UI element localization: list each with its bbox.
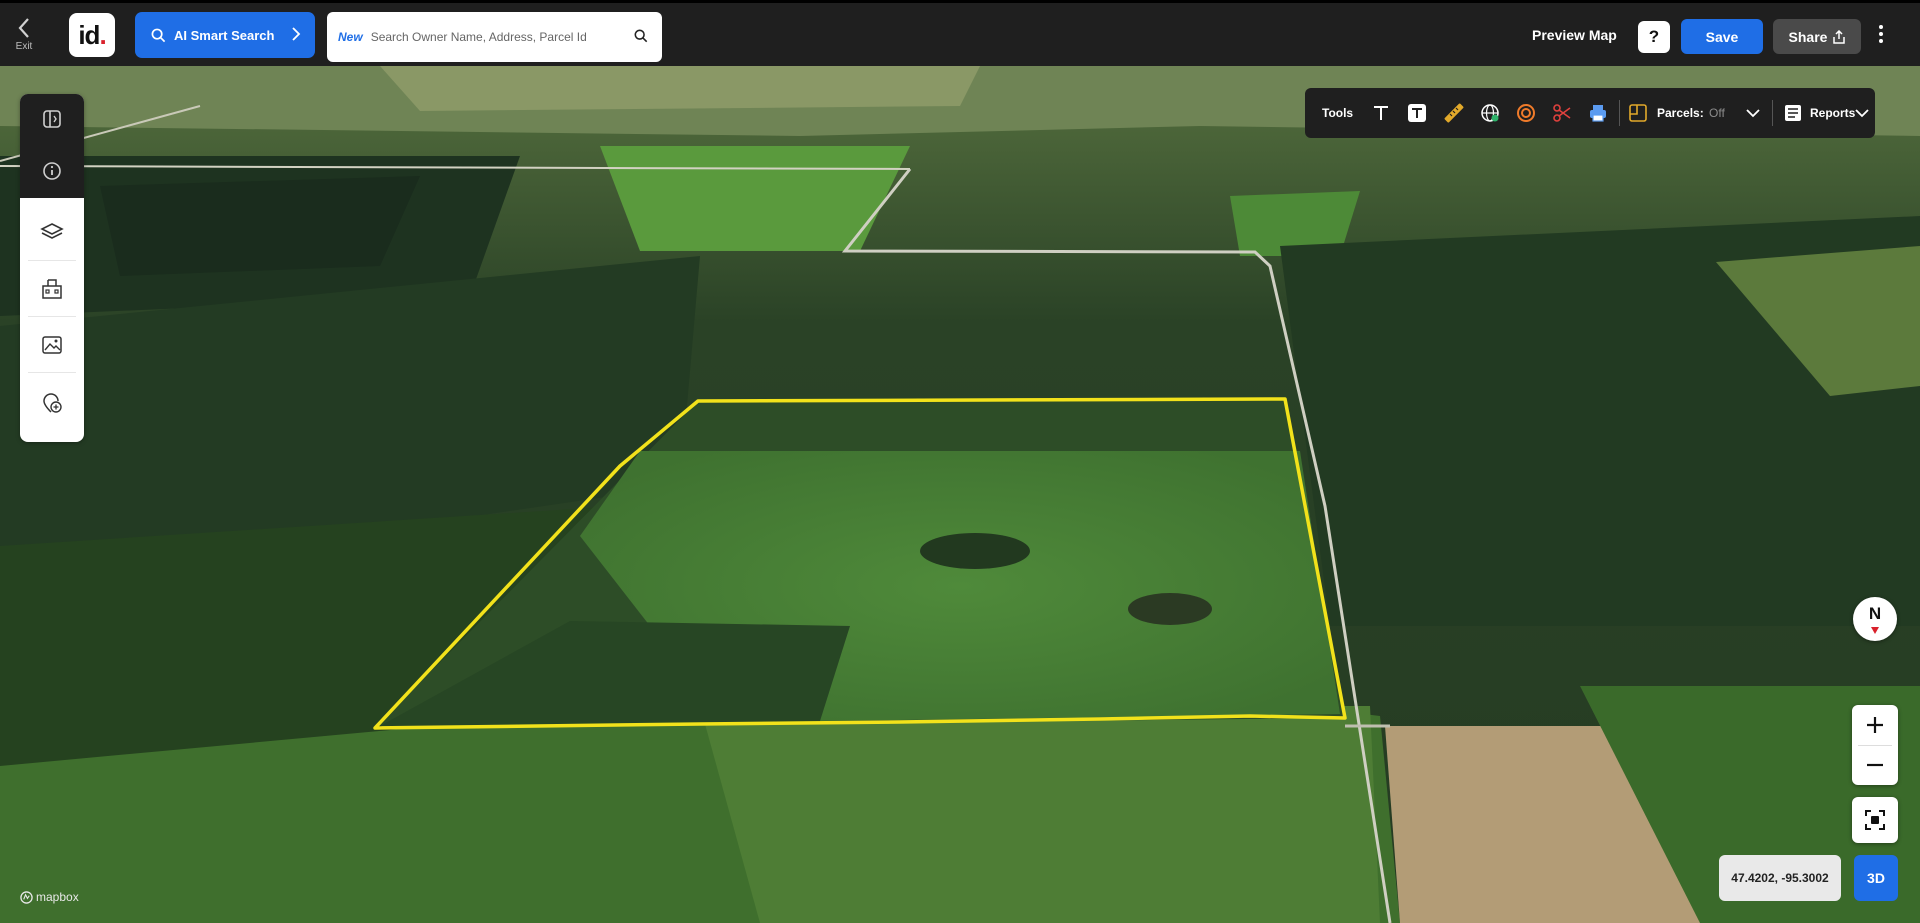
globe-icon	[1481, 104, 1499, 122]
separator	[28, 260, 76, 261]
parcels-layer-icon-button[interactable]	[1626, 101, 1650, 125]
parcels-state: Off	[1709, 106, 1725, 120]
share-button[interactable]: Share	[1773, 19, 1861, 54]
logo-dot: .	[99, 19, 106, 50]
panel-toggle-icon	[43, 110, 61, 128]
chevron-left-icon	[18, 18, 29, 38]
imagery-button[interactable]	[20, 320, 84, 370]
share-icon	[1833, 29, 1846, 44]
app-logo[interactable]: id.	[69, 13, 115, 57]
text-tool-button[interactable]	[1369, 101, 1393, 125]
compass-north-label: N	[1868, 604, 1882, 623]
north-arrow-icon	[1871, 627, 1879, 634]
help-button[interactable]: ?	[1638, 21, 1670, 53]
separator	[1772, 100, 1773, 126]
minus-icon	[1867, 763, 1883, 767]
compass-button[interactable]: N	[1853, 597, 1897, 641]
search-icon[interactable]	[634, 29, 648, 43]
parcel-icon	[1629, 104, 1647, 122]
split-tool-button[interactable]	[1550, 101, 1574, 125]
buildings-icon	[42, 279, 62, 299]
tools-bar: Tools Parcels: Off Reports	[1305, 88, 1875, 138]
separator	[1619, 100, 1620, 126]
left-toolbar	[20, 94, 84, 442]
mapbox-attribution[interactable]: mapbox	[20, 890, 79, 904]
measure-tool-button[interactable]	[1442, 101, 1466, 125]
ai-smart-search-label: AI Smart Search	[174, 27, 275, 43]
more-options-icon[interactable]	[1878, 23, 1884, 45]
search-bar: New	[327, 12, 662, 62]
plus-icon	[1867, 717, 1883, 733]
printer-icon	[1590, 105, 1606, 122]
parcels-label: Parcels:	[1657, 106, 1704, 120]
text-box-icon	[1408, 104, 1426, 122]
reports-icon-button[interactable]	[1781, 101, 1805, 125]
mapbox-logo-icon	[20, 890, 33, 904]
search-icon	[151, 28, 166, 42]
layers-icon	[40, 223, 64, 239]
focus-frame-icon	[1865, 810, 1885, 830]
parcels-toggle[interactable]: Parcels: Off	[1657, 106, 1725, 120]
preview-map-button[interactable]: Preview Map	[1532, 27, 1617, 43]
zoom-in-button[interactable]	[1852, 705, 1898, 745]
scissors-icon	[1553, 104, 1571, 122]
report-icon	[1785, 105, 1801, 121]
exit-label: Exit	[15, 41, 33, 52]
tools-label: Tools	[1322, 106, 1354, 120]
add-location-button[interactable]	[20, 378, 84, 428]
separator	[28, 372, 76, 373]
chevron-down-icon[interactable]	[1746, 108, 1760, 118]
zoom-out-button[interactable]	[1852, 745, 1898, 785]
add-pin-icon	[43, 393, 62, 413]
search-input[interactable]	[368, 29, 633, 45]
new-badge: New	[338, 30, 363, 44]
reports-menu[interactable]: Reports	[1810, 106, 1855, 120]
share-label: Share	[1788, 28, 1828, 45]
image-icon	[42, 336, 62, 354]
toggle-panel-button[interactable]	[20, 94, 84, 144]
ai-smart-search-button[interactable]: AI Smart Search	[135, 12, 315, 58]
zoom-controls	[1852, 705, 1898, 785]
print-button[interactable]	[1586, 101, 1610, 125]
satellite-imagery[interactable]	[0, 66, 1920, 923]
logo-text: id	[78, 19, 100, 50]
exit-button[interactable]: Exit	[0, 5, 48, 65]
separator	[28, 316, 76, 317]
buildings-button[interactable]	[20, 264, 84, 314]
map-canvas[interactable]: Tools Parcels: Off Reports N 47.4202, -9…	[0, 66, 1920, 923]
fit-to-parcel-button[interactable]	[1852, 797, 1898, 843]
save-button[interactable]: Save	[1681, 19, 1763, 54]
chevron-down-icon[interactable]	[1855, 108, 1869, 118]
info-icon	[43, 162, 61, 180]
layers-button[interactable]	[20, 208, 84, 258]
3d-toggle-button[interactable]: 3D	[1854, 855, 1898, 901]
coordinates-readout: 47.4202, -95.3002	[1719, 855, 1841, 901]
ruler-icon	[1444, 103, 1464, 123]
target-icon	[1517, 104, 1535, 122]
globe-tool-button[interactable]	[1478, 101, 1502, 125]
text-icon	[1374, 106, 1388, 120]
top-bar: Exit id. AI Smart Search New Preview Map…	[0, 0, 1920, 66]
radius-tool-button[interactable]	[1514, 101, 1538, 125]
label-tool-button[interactable]	[1405, 101, 1429, 125]
info-button[interactable]	[20, 146, 84, 196]
chevron-right-icon	[292, 27, 301, 41]
mapbox-label: mapbox	[36, 890, 79, 904]
